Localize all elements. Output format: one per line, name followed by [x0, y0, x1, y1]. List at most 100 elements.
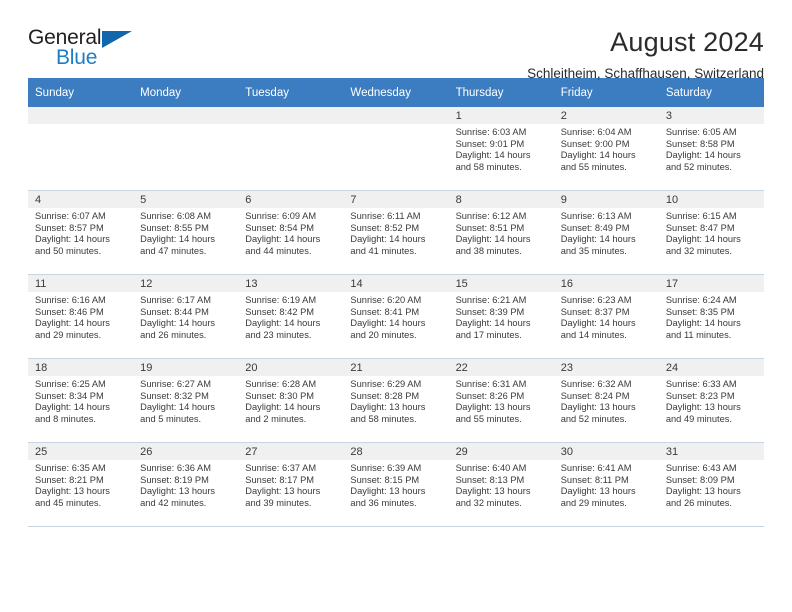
day-cell-content: 19 Sunrise: 6:27 AM Sunset: 8:32 PM Dayligh… [133, 359, 239, 442]
sun-info-sunset: Sunset: 8:55 PM [140, 222, 209, 233]
sun-info-daylight-line1: Daylight: 13 hours [350, 486, 426, 497]
calendar-day-cell[interactable]: 19 Sunrise: 6:27 AM Sunset: 8:32 PM Dayligh… [133, 358, 239, 443]
calendar-day-cell[interactable]: 16 Sunrise: 6:23 AM Sunset: 8:37 PM Dayligh… [553, 274, 659, 359]
calendar-week-row: 1 Sunrise: 6:03 AM Sunset: 9:01 PM Daylight… [28, 107, 764, 191]
sun-info-daylight-line2: and 8 minutes. [35, 413, 96, 424]
calendar-day-cell[interactable]: 20 Sunrise: 6:28 AM Sunset: 8:30 PM Dayligh… [238, 358, 344, 443]
sun-info-sunset: Sunset: 8:46 PM [35, 306, 104, 317]
day-cell-content [28, 107, 134, 190]
sun-info-sunset: Sunset: 8:39 PM [455, 306, 525, 317]
day-sun-info: Sunrise: 6:19 AM Sunset: 8:42 PM Daylight:… [238, 292, 343, 341]
day-sun-info: Sunrise: 6:24 AM Sunset: 8:35 PM Daylight:… [659, 292, 764, 341]
calendar-day-cell[interactable]: 26 Sunrise: 6:36 AM Sunset: 8:19 PM Dayligh… [133, 442, 239, 527]
sun-info-daylight-line2: and 26 minutes. [665, 497, 732, 508]
calendar-day-cell[interactable]: 22 Sunrise: 6:31 AM Sunset: 8:26 PM Dayligh… [448, 358, 554, 443]
sun-info-daylight-line1: Daylight: 13 hours [665, 402, 741, 413]
calendar-week-row: 11 Sunrise: 6:16 AM Sunset: 8:46 PM Dayligh… [28, 274, 764, 359]
day-cell-content: 22 Sunrise: 6:31 AM Sunset: 8:26 PM Dayligh… [448, 359, 554, 442]
calendar-day-cell[interactable]: 23 Sunrise: 6:32 AM Sunset: 8:24 PM Dayligh… [553, 358, 659, 443]
day-sun-info: Sunrise: 6:41 AM Sunset: 8:11 PM Daylight:… [554, 460, 659, 509]
calendar-day-cell[interactable]: 3 Sunrise: 6:05 AM Sunset: 8:58 PM Daylight… [658, 107, 764, 191]
sun-info-daylight-line2: and 55 minutes. [455, 413, 522, 424]
calendar-day-cell[interactable]: 6 Sunrise: 6:09 AM Sunset: 8:54 PM Daylight… [238, 190, 344, 275]
day-sun-info: Sunrise: 6:21 AM Sunset: 8:39 PM Daylight:… [449, 292, 554, 341]
sun-info-daylight-line2: and 41 minutes. [350, 245, 417, 256]
calendar-cell-empty [133, 107, 239, 191]
calendar-day-cell[interactable]: 9 Sunrise: 6:13 AM Sunset: 8:49 PM Daylight… [553, 190, 659, 275]
sun-info-sunrise: Sunrise: 6:07 AM [35, 211, 106, 221]
calendar-day-cell[interactable]: 25 Sunrise: 6:35 AM Sunset: 8:21 PM Dayligh… [28, 442, 134, 527]
general-blue-logo[interactable]: General Blue [28, 26, 148, 72]
sun-info-daylight-line2: and 23 minutes. [245, 329, 312, 340]
calendar-day-cell[interactable]: 12 Sunrise: 6:17 AM Sunset: 8:44 PM Dayligh… [133, 274, 239, 359]
calendar-day-cell[interactable]: 7 Sunrise: 6:11 AM Sunset: 8:52 PM Daylight… [343, 190, 449, 275]
weekday-header-monday: Monday [133, 78, 239, 107]
day-number: 2 [553, 107, 659, 124]
sun-info-sunset: Sunset: 8:30 PM [245, 390, 315, 401]
calendar-day-cell[interactable]: 24 Sunrise: 6:33 AM Sunset: 8:23 PM Dayligh… [658, 358, 764, 443]
sun-info-sunrise: Sunrise: 6:33 AM [665, 379, 737, 389]
day-cell-content: 29 Sunrise: 6:40 AM Sunset: 8:13 PM Dayligh… [448, 443, 554, 526]
calendar-day-cell[interactable]: 5 Sunrise: 6:08 AM Sunset: 8:55 PM Daylight… [133, 190, 239, 275]
sun-info-daylight-line1: Daylight: 13 hours [245, 486, 321, 497]
day-sun-info: Sunrise: 6:04 AM Sunset: 9:00 PM Daylight:… [554, 124, 659, 173]
day-number: 26 [133, 443, 239, 460]
day-cell-content [343, 107, 449, 190]
sun-info-sunset: Sunset: 8:11 PM [560, 474, 629, 485]
day-cell-content: 11 Sunrise: 6:16 AM Sunset: 8:46 PM Dayligh… [28, 275, 134, 358]
day-cell-content: 7 Sunrise: 6:11 AM Sunset: 8:52 PM Daylight… [343, 191, 449, 274]
sun-info-daylight-line2: and 50 minutes. [35, 245, 102, 256]
day-number: 28 [343, 443, 449, 460]
sun-info-sunrise: Sunrise: 6:17 AM [140, 295, 211, 305]
sun-info-sunrise: Sunrise: 6:37 AM [245, 463, 317, 473]
day-number [343, 107, 449, 124]
sun-info-sunset: Sunset: 8:24 PM [560, 390, 630, 401]
calendar-day-cell[interactable]: 10 Sunrise: 6:15 AM Sunset: 8:47 PM Dayligh… [658, 190, 764, 275]
calendar-page: General Blue August 2024 Schleitheim, Sc… [0, 0, 792, 612]
calendar-day-cell[interactable]: 2 Sunrise: 6:04 AM Sunset: 9:00 PM Daylight… [553, 107, 659, 191]
sun-info-sunrise: Sunrise: 6:25 AM [35, 379, 106, 389]
sun-info-daylight-line1: Daylight: 13 hours [560, 486, 636, 497]
calendar-day-cell[interactable]: 21 Sunrise: 6:29 AM Sunset: 8:28 PM Dayligh… [343, 358, 449, 443]
sun-info-daylight-line1: Daylight: 14 hours [245, 234, 321, 245]
calendar-day-cell[interactable]: 14 Sunrise: 6:20 AM Sunset: 8:41 PM Dayligh… [343, 274, 449, 359]
calendar-day-cell[interactable]: 29 Sunrise: 6:40 AM Sunset: 8:13 PM Dayligh… [448, 442, 554, 527]
sun-info-sunset: Sunset: 8:17 PM [245, 474, 315, 485]
calendar-day-cell[interactable]: 15 Sunrise: 6:21 AM Sunset: 8:39 PM Dayligh… [448, 274, 554, 359]
day-sun-info: Sunrise: 6:39 AM Sunset: 8:15 PM Daylight:… [343, 460, 448, 509]
sun-info-sunrise: Sunrise: 6:11 AM [350, 211, 421, 221]
day-number: 7 [343, 191, 449, 208]
calendar-day-cell[interactable]: 30 Sunrise: 6:41 AM Sunset: 8:11 PM Dayligh… [553, 442, 659, 527]
weekday-header-tuesday: Tuesday [238, 78, 344, 107]
calendar-day-cell[interactable]: 31 Sunrise: 6:43 AM Sunset: 8:09 PM Dayligh… [658, 442, 764, 527]
sun-info-daylight-line2: and 45 minutes. [35, 497, 102, 508]
calendar-day-cell[interactable]: 28 Sunrise: 6:39 AM Sunset: 8:15 PM Dayligh… [343, 442, 449, 527]
sun-info-sunset: Sunset: 8:21 PM [35, 474, 104, 485]
calendar-day-cell[interactable]: 1 Sunrise: 6:03 AM Sunset: 9:01 PM Daylight… [448, 107, 554, 191]
calendar-day-cell[interactable]: 11 Sunrise: 6:16 AM Sunset: 8:46 PM Dayligh… [28, 274, 134, 359]
sun-info-sunset: Sunset: 8:15 PM [350, 474, 420, 485]
sun-info-sunrise: Sunrise: 6:24 AM [665, 295, 737, 305]
logo-text-blue: Blue [56, 46, 98, 69]
calendar-day-cell[interactable]: 27 Sunrise: 6:37 AM Sunset: 8:17 PM Dayligh… [238, 442, 344, 527]
calendar-day-cell[interactable]: 4 Sunrise: 6:07 AM Sunset: 8:57 PM Daylight… [28, 190, 134, 275]
sun-info-daylight-line1: Daylight: 14 hours [350, 234, 426, 245]
day-cell-content: 31 Sunrise: 6:43 AM Sunset: 8:09 PM Dayligh… [658, 443, 764, 526]
calendar-cell-empty [343, 107, 449, 191]
calendar-day-cell[interactable]: 17 Sunrise: 6:24 AM Sunset: 8:35 PM Dayligh… [658, 274, 764, 359]
sun-info-daylight-line1: Daylight: 14 hours [560, 318, 636, 329]
sun-info-daylight-line2: and 11 minutes. [665, 329, 732, 340]
sun-info-sunrise: Sunrise: 6:16 AM [35, 295, 106, 305]
calendar-day-cell[interactable]: 18 Sunrise: 6:25 AM Sunset: 8:34 PM Dayligh… [28, 358, 134, 443]
day-cell-content: 16 Sunrise: 6:23 AM Sunset: 8:37 PM Dayligh… [553, 275, 659, 358]
day-number: 20 [238, 359, 344, 376]
sun-info-daylight-line2: and 52 minutes. [560, 413, 627, 424]
sun-info-daylight-line1: Daylight: 13 hours [455, 402, 531, 413]
sun-info-daylight-line1: Daylight: 14 hours [455, 150, 531, 161]
calendar-day-cell[interactable]: 13 Sunrise: 6:19 AM Sunset: 8:42 PM Dayligh… [238, 274, 344, 359]
sun-info-sunrise: Sunrise: 6:08 AM [140, 211, 211, 221]
sun-info-sunset: Sunset: 8:26 PM [455, 390, 525, 401]
day-number: 11 [28, 275, 134, 292]
calendar-day-cell[interactable]: 8 Sunrise: 6:12 AM Sunset: 8:51 PM Daylight… [448, 190, 554, 275]
sun-info-sunset: Sunset: 8:54 PM [245, 222, 315, 233]
